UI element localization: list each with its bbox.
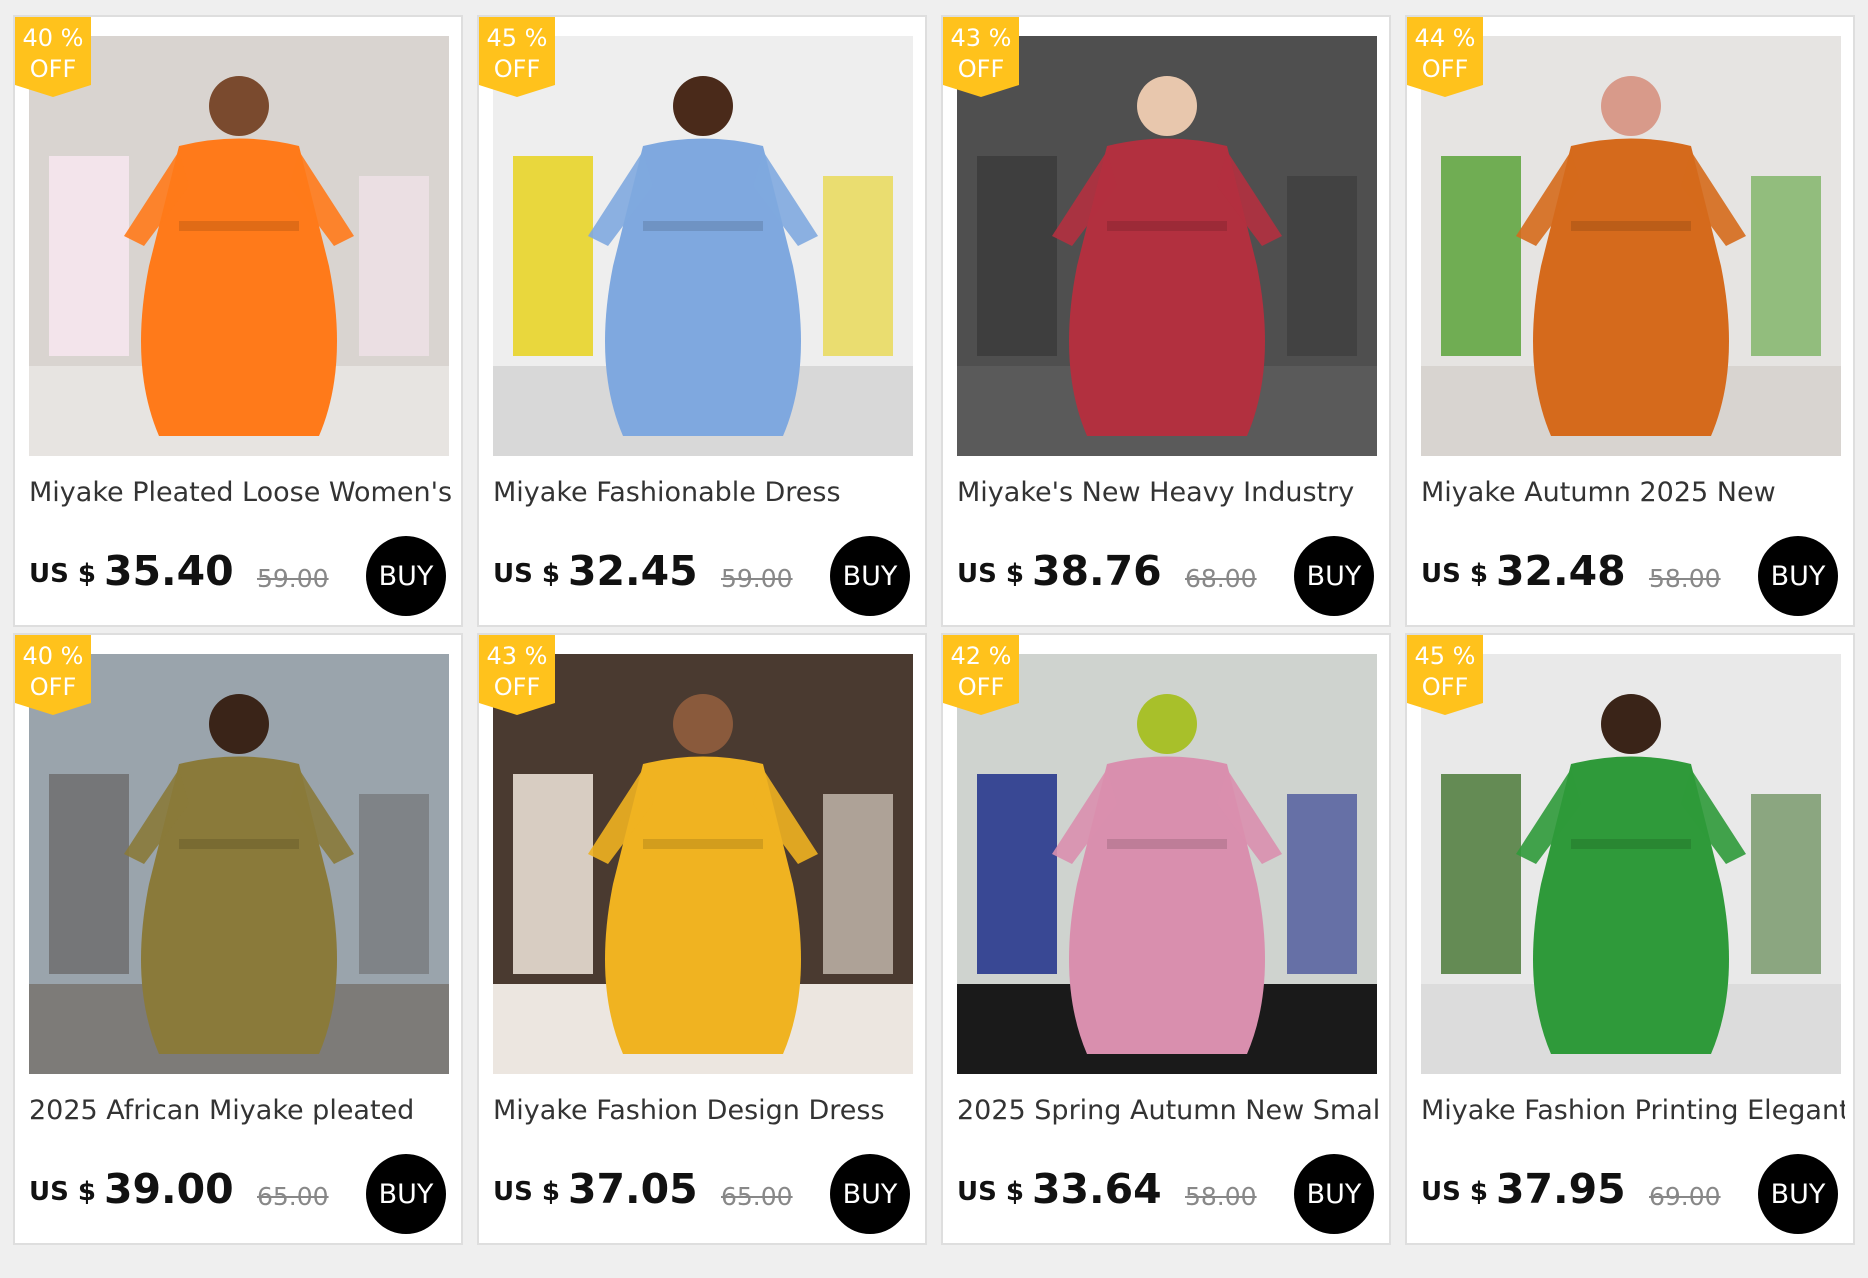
product-card[interactable]: 43 % OFF Miyake Fashion Design Dress US … — [477, 633, 927, 1245]
product-card[interactable]: 43 % OFF Miyake's New Heavy Industry US … — [941, 15, 1391, 627]
currency-label: US $ — [29, 559, 96, 589]
discount-percent: 44 % — [1414, 24, 1476, 52]
buy-button[interactable]: BUY — [830, 1154, 910, 1234]
product-card[interactable]: 40 % OFF 2025 African Miyake pleated US … — [13, 633, 463, 1245]
sale-price: 32.45 — [568, 547, 698, 595]
product-grid: 40 % OFF Miyake Pleated Loose Women's US… — [13, 15, 1855, 1245]
discount-off-label: OFF — [493, 55, 541, 83]
sale-price: 37.95 — [1496, 1165, 1626, 1213]
buy-button[interactable]: BUY — [1758, 1154, 1838, 1234]
sale-price: 37.05 — [568, 1165, 698, 1213]
sale-price: 33.64 — [1032, 1165, 1162, 1213]
buy-button[interactable]: BUY — [366, 1154, 446, 1234]
original-price: 58.00 — [1185, 1182, 1257, 1211]
discount-badge: 43 % OFF — [943, 17, 1019, 97]
product-title[interactable]: Miyake Fashion Design Dress — [493, 1095, 917, 1126]
product-photo-illustration — [1421, 36, 1841, 456]
discount-badge: 40 % OFF — [15, 635, 91, 715]
product-card[interactable]: 40 % OFF Miyake Pleated Loose Women's US… — [13, 15, 463, 627]
product-photo-illustration — [1421, 654, 1841, 1074]
product-photo-illustration — [29, 654, 449, 1074]
product-photo-illustration — [493, 36, 913, 456]
buy-button[interactable]: BUY — [1758, 536, 1838, 616]
product-title[interactable]: Miyake Pleated Loose Women's — [29, 477, 453, 508]
sale-price: 32.48 — [1496, 547, 1626, 595]
currency-label: US $ — [493, 559, 560, 589]
sale-price: 35.40 — [104, 547, 234, 595]
product-image[interactable] — [957, 36, 1377, 456]
original-price: 59.00 — [721, 564, 793, 593]
discount-percent: 40 % — [22, 24, 84, 52]
product-image[interactable] — [29, 36, 449, 456]
discount-percent: 45 % — [1414, 642, 1476, 670]
discount-percent: 42 % — [950, 642, 1012, 670]
product-image[interactable] — [1421, 36, 1841, 456]
product-card[interactable]: 44 % OFF Miyake Autumn 2025 New US $ 32.… — [1405, 15, 1855, 627]
discount-badge: 45 % OFF — [479, 17, 555, 97]
sale-price: 38.76 — [1032, 547, 1162, 595]
currency-label: US $ — [1421, 559, 1488, 589]
product-card[interactable]: 42 % OFF 2025 Spring Autumn New Small US… — [941, 633, 1391, 1245]
discount-badge: 43 % OFF — [479, 635, 555, 715]
product-image[interactable] — [493, 654, 913, 1074]
discount-off-label: OFF — [493, 673, 541, 701]
discount-off-label: OFF — [29, 55, 77, 83]
discount-badge: 42 % OFF — [943, 635, 1019, 715]
discount-off-label: OFF — [29, 673, 77, 701]
product-card[interactable]: 45 % OFF Miyake Fashionable Dress US $ 3… — [477, 15, 927, 627]
currency-label: US $ — [1421, 1177, 1488, 1207]
original-price: 69.00 — [1649, 1182, 1721, 1211]
product-title[interactable]: Miyake Fashionable Dress — [493, 477, 917, 508]
discount-off-label: OFF — [957, 55, 1005, 83]
product-photo-illustration — [29, 36, 449, 456]
discount-badge: 45 % OFF — [1407, 635, 1483, 715]
discount-percent: 40 % — [22, 642, 84, 670]
product-photo-illustration — [957, 36, 1377, 456]
discount-percent: 43 % — [950, 24, 1012, 52]
discount-percent: 45 % — [486, 24, 548, 52]
original-price: 59.00 — [257, 564, 329, 593]
product-image[interactable] — [29, 654, 449, 1074]
original-price: 65.00 — [257, 1182, 329, 1211]
product-image[interactable] — [1421, 654, 1841, 1074]
product-image[interactable] — [957, 654, 1377, 1074]
product-title[interactable]: Miyake's New Heavy Industry — [957, 477, 1381, 508]
buy-button[interactable]: BUY — [830, 536, 910, 616]
currency-label: US $ — [957, 559, 1024, 589]
buy-button[interactable]: BUY — [1294, 1154, 1374, 1234]
discount-off-label: OFF — [1421, 673, 1469, 701]
currency-label: US $ — [29, 1177, 96, 1207]
product-title[interactable]: 2025 African Miyake pleated — [29, 1095, 453, 1126]
product-title[interactable]: 2025 Spring Autumn New Small — [957, 1095, 1381, 1126]
buy-button[interactable]: BUY — [366, 536, 446, 616]
sale-price: 39.00 — [104, 1165, 234, 1213]
product-photo-illustration — [493, 654, 913, 1074]
discount-off-label: OFF — [1421, 55, 1469, 83]
product-card[interactable]: 45 % OFF Miyake Fashion Printing Elegant… — [1405, 633, 1855, 1245]
discount-percent: 43 % — [486, 642, 548, 670]
product-title[interactable]: Miyake Autumn 2025 New — [1421, 477, 1845, 508]
original-price: 68.00 — [1185, 564, 1257, 593]
product-image[interactable] — [493, 36, 913, 456]
original-price: 65.00 — [721, 1182, 793, 1211]
discount-off-label: OFF — [957, 673, 1005, 701]
discount-badge: 44 % OFF — [1407, 17, 1483, 97]
currency-label: US $ — [957, 1177, 1024, 1207]
product-title[interactable]: Miyake Fashion Printing Elegant — [1421, 1095, 1845, 1126]
buy-button[interactable]: BUY — [1294, 536, 1374, 616]
currency-label: US $ — [493, 1177, 560, 1207]
discount-badge: 40 % OFF — [15, 17, 91, 97]
original-price: 58.00 — [1649, 564, 1721, 593]
product-photo-illustration — [957, 654, 1377, 1074]
